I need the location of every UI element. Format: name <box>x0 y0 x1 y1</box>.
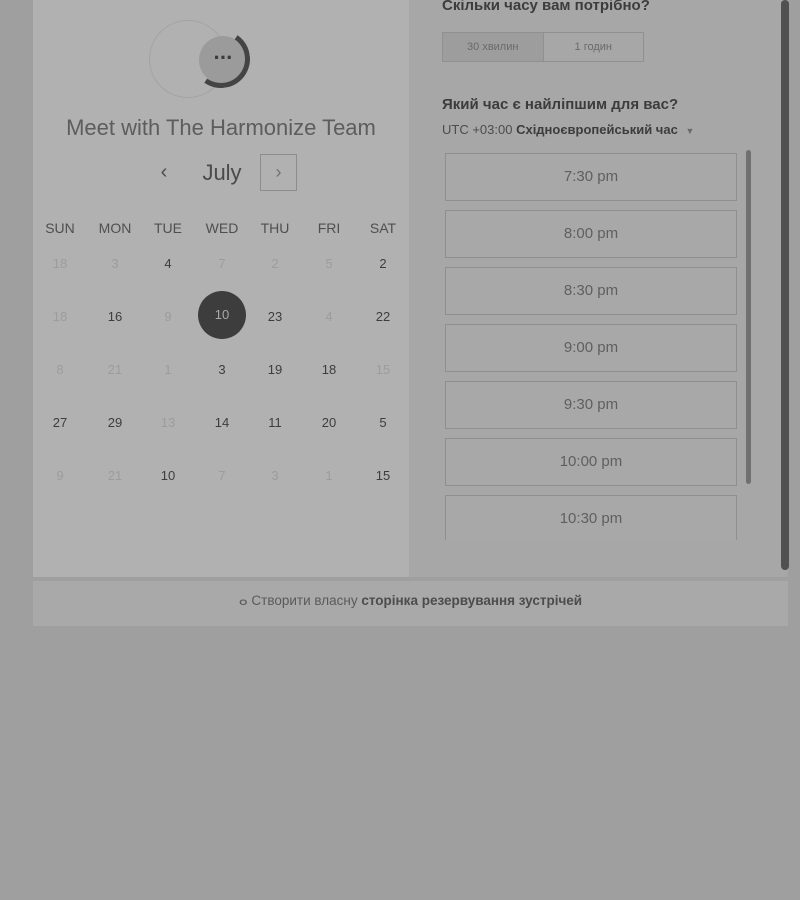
footer-prefix: Створити власну <box>251 593 358 608</box>
calendar-day[interactable]: 23 <box>248 309 302 324</box>
calendar-day: 2 <box>271 256 279 271</box>
time-question: Який час є найліпшим для вас? <box>442 96 679 113</box>
time-slot-list: 7:30 pm 8:00 pm 8:30 pm 9:00 pm 9:30 pm 10:00… <box>445 153 737 540</box>
next-month-button[interactable]: › <box>260 154 297 191</box>
calendar-day: 3 <box>271 468 279 483</box>
calendar-day[interactable]: 3 <box>195 362 249 377</box>
calendar-day: 9 <box>164 309 172 324</box>
weekday-fri: FRI <box>317 220 341 236</box>
chat-bubble-icon: ··· <box>213 45 234 70</box>
weekday-sun: SUN <box>45 220 75 236</box>
time-slot-button[interactable]: 8:30 pm <box>445 267 737 315</box>
timezone-selector[interactable]: UTC +03:00 Східноєвропейський час ▼ <box>442 122 694 137</box>
month-label: July <box>202 160 242 185</box>
prev-month-button[interactable]: ‹ <box>154 160 174 184</box>
calendar-day[interactable]: 19 <box>248 362 302 377</box>
calendar-day: 15 <box>375 362 391 377</box>
calendar-day: 7 <box>218 256 226 271</box>
calendar-day: 5 <box>325 256 333 271</box>
duration-30-option[interactable]: 30 хвилин <box>443 33 544 61</box>
calendar-day[interactable]: 18 <box>302 362 356 377</box>
duration-selector: 30 хвилин 1 годин <box>442 32 644 62</box>
duration-question: Скільки часу вам потрібно? <box>442 0 650 14</box>
weekday-wed: WED <box>205 220 239 236</box>
calendar-day[interactable]: 27 <box>33 415 87 430</box>
calendar-day[interactable]: 15 <box>356 468 410 483</box>
timezone-offset: UTC +03:00 <box>442 122 513 137</box>
team-title: Meet with The Harmonize Team <box>66 115 376 140</box>
weekday-mon: MON <box>98 220 132 236</box>
chevron-down-icon: ▼ <box>685 126 695 136</box>
calendar-day[interactable]: 2 <box>356 256 410 271</box>
calendar-day[interactable]: 11 <box>248 415 302 430</box>
time-slot-scrollbar[interactable] <box>746 150 751 484</box>
weekday-tue: TUE <box>154 220 182 236</box>
time-slot-button[interactable]: 9:30 pm <box>445 381 737 429</box>
calendar-day-selected[interactable]: 10 <box>198 291 246 339</box>
calendar-day[interactable]: 4 <box>141 256 195 271</box>
page-scrollbar[interactable] <box>781 0 789 570</box>
timezone-name: Східноєвропейський час <box>516 122 678 137</box>
calendar-day: 1 <box>325 468 333 483</box>
time-slot-button[interactable]: 9:00 pm <box>445 324 737 372</box>
weekday-thu: THU <box>260 220 290 236</box>
time-slot-button[interactable]: 8:00 pm <box>445 210 737 258</box>
calendar-day: 8 <box>56 362 64 377</box>
calendar-day: 4 <box>325 309 333 324</box>
footer: ⴰ Створити власну сторінка резервування … <box>33 581 788 626</box>
duration-60-option[interactable]: 1 годин <box>544 33 644 61</box>
time-slot-button[interactable]: 10:30 pm <box>445 495 737 540</box>
calendar-day: 9 <box>56 468 64 483</box>
calendar-day: 7 <box>218 468 226 483</box>
calendar-day[interactable]: 16 <box>88 309 142 324</box>
calendar-day[interactable]: 10 <box>141 468 195 483</box>
calendar-day: 3 <box>111 256 119 271</box>
hubspot-sprocket-icon: ⴰ <box>238 593 248 608</box>
calendar-day: 21 <box>107 362 123 377</box>
calendar-day: 18 <box>52 309 68 324</box>
footer-link[interactable]: сторінка резервування зустрічей <box>361 593 582 608</box>
calendar-day[interactable]: 20 <box>302 415 356 430</box>
calendar-day: 13 <box>160 415 176 430</box>
weekday-sat: SAT <box>369 220 397 236</box>
calendar-day: 18 <box>52 256 68 271</box>
calendar-day[interactable]: 14 <box>195 415 249 430</box>
calendar-day: 21 <box>107 468 123 483</box>
time-slot-button[interactable]: 7:30 pm <box>445 153 737 201</box>
calendar-day[interactable]: 22 <box>356 309 410 324</box>
calendar-day[interactable]: 5 <box>356 415 410 430</box>
time-slot-button[interactable]: 10:00 pm <box>445 438 737 486</box>
calendar-day: 1 <box>164 362 172 377</box>
calendar-day[interactable]: 29 <box>88 415 142 430</box>
